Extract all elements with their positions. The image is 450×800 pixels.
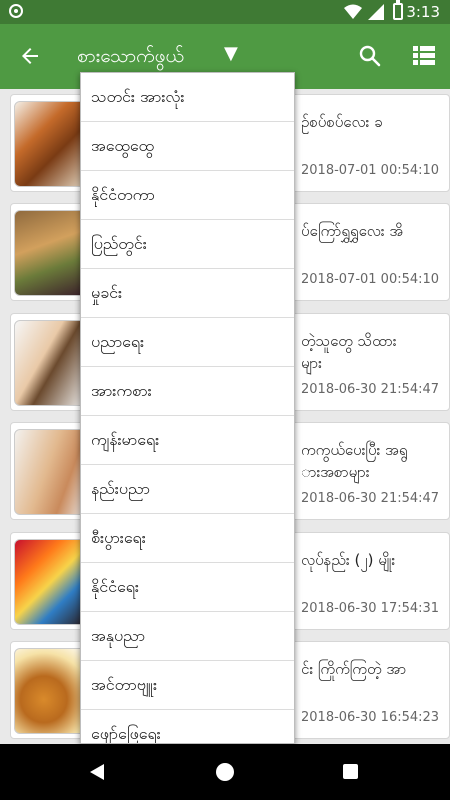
back-arrow-icon[interactable] [18, 44, 42, 68]
menu-item-arts[interactable]: အနုပညာ [81, 612, 294, 661]
system-navigation-bar [0, 744, 450, 800]
chevron-down-icon[interactable]: ▼ [224, 43, 238, 64]
article-title: ပ်ကြော်ရွှရွှလေး အိ [301, 222, 404, 240]
article-title: လုပ်နည်း (၂) မျိုး [301, 551, 396, 569]
article-date: 2018-06-30 17:54:31 [301, 601, 440, 616]
menu-item-all-news[interactable]: သတင်း အားလုံး [81, 73, 294, 122]
article-title: င်း ကြိုက်ကြတဲ့ အာ [301, 660, 407, 678]
article-thumbnail [14, 320, 88, 406]
article-title: ဥ်စပ်စပ်လေး ခ [301, 113, 383, 131]
article-date: 2018-07-01 00:54:10 [301, 272, 440, 287]
menu-item-domestic[interactable]: ပြည်တွင်း [81, 220, 294, 269]
wifi-icon [344, 4, 362, 19]
article-thumbnail [14, 210, 88, 296]
list-view-icon[interactable] [413, 45, 435, 65]
article-thumbnail [14, 101, 88, 187]
menu-item-education[interactable]: ပညာရေး [81, 318, 294, 367]
nav-back-icon[interactable] [90, 764, 104, 780]
clock: 3:13 [406, 3, 440, 21]
menu-item-sports[interactable]: အားကစား [81, 367, 294, 416]
category-dropdown-menu: သတင်း အားလုံး အထွေထွေ နိုင်ငံတကာ ပြည်တွင… [80, 72, 295, 744]
status-bar: 3:13 [0, 0, 450, 24]
category-selector-title[interactable]: စားသောက်ဖွယ် [77, 44, 184, 72]
article-thumbnail [14, 429, 88, 515]
notification-icon [9, 4, 23, 18]
menu-item-politics[interactable]: နိုင်ငံရေး [81, 563, 294, 612]
menu-item-health[interactable]: ကျန်းမာရေး [81, 416, 294, 465]
nav-home-icon[interactable] [216, 763, 234, 781]
menu-item-interview[interactable]: အင်တာဗျူး [81, 661, 294, 710]
search-icon[interactable] [358, 44, 382, 68]
article-thumbnail [14, 648, 88, 734]
article-date: 2018-06-30 21:54:47 [301, 491, 440, 506]
article-date: 2018-06-30 21:54:47 [301, 382, 440, 397]
article-title: တဲ့သူတွေ သိထား များ [301, 332, 397, 372]
menu-item-entertainment[interactable]: ဖျော်ဖြေရေး [81, 710, 294, 743]
article-thumbnail [14, 539, 88, 625]
menu-item-technology[interactable]: နည်းပညာ [81, 465, 294, 514]
article-title: ကကွယ်ပေးပြီး အရွ ားအစာများ [301, 441, 408, 481]
menu-item-business[interactable]: စီးပွားရေး [81, 514, 294, 563]
menu-item-crime[interactable]: မှုခင်း [81, 269, 294, 318]
menu-item-general[interactable]: အထွေထွေ [81, 122, 294, 171]
nav-recents-icon[interactable] [343, 764, 358, 779]
battery-icon [393, 0, 403, 20]
menu-item-international[interactable]: နိုင်ငံတကာ [81, 171, 294, 220]
article-date: 2018-07-01 00:54:10 [301, 163, 440, 178]
article-date: 2018-06-30 16:54:23 [301, 710, 440, 725]
signal-icon [368, 4, 384, 20]
